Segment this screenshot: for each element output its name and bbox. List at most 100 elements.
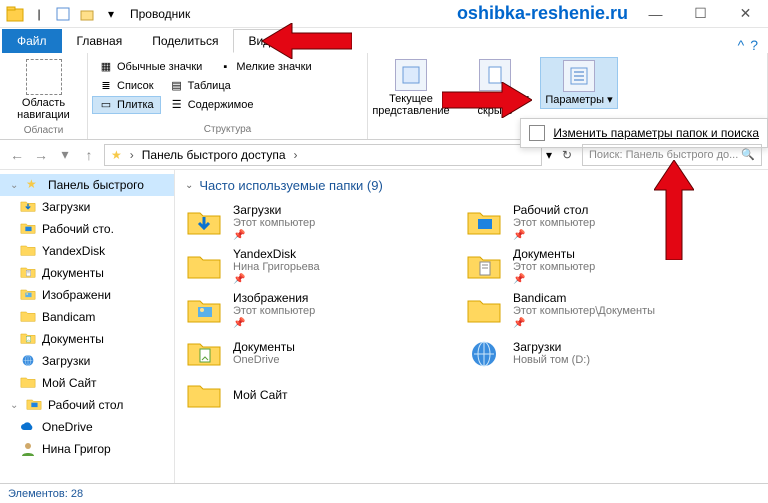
- qat-dropdown-icon[interactable]: ▾: [100, 3, 122, 25]
- folder-icon: [185, 335, 223, 371]
- collapse-ribbon-icon[interactable]: ^: [738, 37, 745, 53]
- show-hide-button[interactable]: Показать или скрыть: [456, 57, 534, 119]
- search-icon[interactable]: 🔍: [741, 148, 755, 161]
- sidebar-item[interactable]: OneDrive: [0, 416, 174, 438]
- layout-content[interactable]: ☰Содержимое: [163, 96, 261, 114]
- tab-share[interactable]: Поделиться: [137, 29, 233, 53]
- navigation-pane-button[interactable]: Область навигации: [2, 55, 85, 123]
- ribbon-tabs: Файл Главная Поделиться Вид ^ ?: [0, 28, 768, 53]
- folder-name: Документы: [513, 247, 595, 261]
- ribbon-group-panes-label: Области: [2, 123, 85, 138]
- tab-home[interactable]: Главная: [62, 29, 138, 53]
- qat-properties-icon[interactable]: [52, 3, 74, 25]
- navigation-sidebar: ⌄★Панель быстрогоЗагрузкиРабочий сто.Yan…: [0, 170, 175, 490]
- maximize-button[interactable]: ☐: [678, 0, 723, 28]
- layout-list[interactable]: ≣Список: [92, 77, 161, 95]
- tab-file[interactable]: Файл: [2, 29, 62, 53]
- sidebar-item[interactable]: Документы: [0, 262, 174, 284]
- qat-divider-icon: |: [28, 3, 50, 25]
- layout-medium-icons[interactable]: ▦Обычные значки: [92, 58, 209, 76]
- back-button[interactable]: ←: [6, 144, 28, 166]
- quick-access-star-icon: ★: [111, 148, 122, 162]
- folder-name: YandexDisk: [233, 247, 320, 261]
- sidebar-item[interactable]: Загрузки: [0, 350, 174, 372]
- status-item-count: Элементов: 28: [8, 488, 83, 500]
- folder-location: Новый том (D:): [513, 354, 590, 366]
- sidebar-item[interactable]: Изображени: [0, 284, 174, 306]
- folder-location: Этот компьютер: [513, 217, 595, 229]
- folder-tile[interactable]: YandexDiskНина Григорьева📌: [185, 247, 435, 285]
- tab-view[interactable]: Вид: [233, 29, 285, 53]
- folder-icon: [185, 377, 223, 413]
- sidebar-item[interactable]: Мой Сайт: [0, 372, 174, 394]
- sidebar-item-label: Панель быстрого: [48, 178, 144, 192]
- minimize-button[interactable]: —: [633, 0, 678, 28]
- pin-icon: 📌: [513, 274, 595, 285]
- layout-tiles[interactable]: ▭Плитка: [92, 96, 161, 114]
- sidebar-item[interactable]: YandexDisk: [0, 240, 174, 262]
- sidebar-item[interactable]: Нина Григор: [0, 438, 174, 460]
- close-button[interactable]: ✕: [723, 0, 768, 28]
- folder-tile[interactable]: Рабочий столЭтот компьютер📌: [465, 203, 715, 241]
- folder-tile[interactable]: ДокументыЭтот компьютер📌: [465, 247, 715, 285]
- search-input[interactable]: Поиск: Панель быстрого до... 🔍: [582, 144, 762, 166]
- ribbon-group-layout: ▦Обычные значки ▪Мелкие значки ≣Список ▤…: [88, 53, 368, 139]
- watermark-text: oshibka-reshenie.ru: [457, 3, 628, 24]
- pin-icon: 📌: [233, 318, 315, 329]
- folder-tile[interactable]: ДокументыOneDrive: [185, 335, 435, 371]
- sidebar-item[interactable]: Рабочий сто.: [0, 218, 174, 240]
- sidebar-item[interactable]: ⌄Рабочий стол: [0, 394, 174, 416]
- sidebar-item-label: Нина Григор: [42, 442, 111, 456]
- window-title: Проводник: [130, 7, 190, 21]
- folder-location: OneDrive: [233, 354, 295, 366]
- layout-details[interactable]: ▤Таблица: [163, 77, 238, 95]
- navigation-pane-label: Область навигации: [4, 97, 83, 121]
- folder-tile[interactable]: ИзображенияЭтот компьютер📌: [185, 291, 435, 329]
- sidebar-item[interactable]: ⌄★Панель быстрого: [0, 174, 174, 196]
- address-field[interactable]: ★›Панель быстрого доступа›: [104, 144, 542, 166]
- options-button[interactable]: Параметры ▾: [540, 57, 618, 109]
- address-bar: ← → ▾ ↑ ★›Панель быстрого доступа› ▾ ↻ П…: [0, 140, 768, 170]
- layout-small-icons[interactable]: ▪Мелкие значки: [211, 58, 318, 76]
- sidebar-item-label: Рабочий сто.: [42, 222, 114, 236]
- help-icon[interactable]: ?: [750, 37, 758, 53]
- qat-new-folder-icon[interactable]: [76, 3, 98, 25]
- sidebar-item[interactable]: Загрузки: [0, 196, 174, 218]
- chevron-icon: ⌄: [10, 180, 20, 191]
- forward-button[interactable]: →: [30, 144, 52, 166]
- folder-location: Этот компьютер: [233, 217, 315, 229]
- app-icon: [4, 3, 26, 25]
- content-group-header[interactable]: ⌄ Часто используемые папки (9): [185, 178, 758, 193]
- options-dropdown-label: Изменить параметры папок и поиска: [553, 126, 759, 140]
- folder-location: Нина Григорьева: [233, 261, 320, 273]
- ribbon-group-panes: Область навигации Области: [0, 53, 88, 139]
- sidebar-item-label: Загрузки: [42, 354, 90, 368]
- recent-locations-icon[interactable]: ▾: [54, 144, 76, 166]
- sidebar-item[interactable]: Bandicam: [0, 306, 174, 328]
- folder-name: Мой Сайт: [233, 388, 288, 402]
- sidebar-item-label: Рабочий стол: [48, 398, 123, 412]
- folder-location: Этот компьютер\Документы: [513, 305, 655, 317]
- folder-tile[interactable]: ЗагрузкиЭтот компьютер📌: [185, 203, 435, 241]
- folder-tile[interactable]: ЗагрузкиНовый том (D:): [465, 335, 715, 371]
- ribbon-group-layout-label: Структура: [90, 122, 365, 137]
- sidebar-item[interactable]: Документы: [0, 328, 174, 350]
- options-dropdown-icon: [529, 125, 545, 141]
- folder-name: Загрузки: [233, 203, 315, 217]
- folder-tile[interactable]: BandicamЭтот компьютер\Документы📌: [465, 291, 715, 329]
- up-button[interactable]: ↑: [78, 144, 100, 166]
- folder-icon: [185, 248, 223, 284]
- folder-grid: ЗагрузкиЭтот компьютер📌Рабочий столЭтот …: [185, 203, 758, 413]
- folder-location: Этот компьютер: [233, 305, 315, 317]
- pin-icon: 📌: [513, 230, 595, 241]
- sidebar-item-label: Изображени: [42, 288, 111, 302]
- address-dropdown-icon[interactable]: ▾: [546, 148, 552, 162]
- folder-icon: [465, 292, 503, 328]
- sidebar-item-label: YandexDisk: [42, 244, 105, 258]
- chevron-down-icon: ⌄: [185, 180, 193, 191]
- sidebar-item-label: Bandicam: [42, 310, 95, 324]
- pin-icon: 📌: [513, 318, 655, 329]
- current-view-button[interactable]: Текущее представление: [372, 57, 450, 119]
- folder-tile[interactable]: Мой Сайт: [185, 377, 435, 413]
- sidebar-item-label: Документы: [42, 332, 104, 346]
